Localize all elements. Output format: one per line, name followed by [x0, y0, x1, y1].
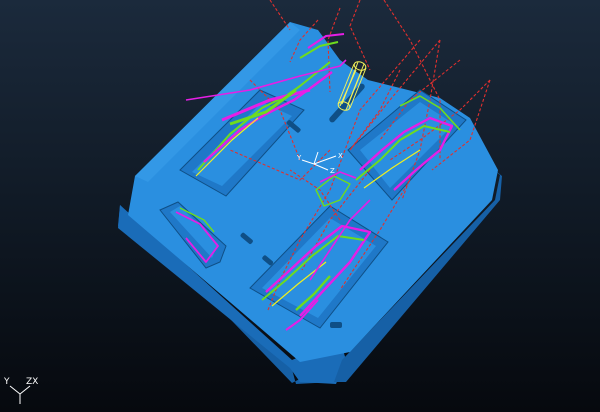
rapid-path-3 [349, 0, 371, 71]
view-orientation-icon[interactable]: Y ZX [3, 377, 38, 404]
rapid-path-9 [269, 0, 291, 31]
mold-block[interactable] [118, 22, 502, 384]
3d-viewport[interactable]: Y X Z Y ZX [0, 0, 600, 412]
view-zx-label: ZX [26, 377, 38, 387]
workplane-x-label: X [338, 152, 343, 160]
view-y-label: Y [3, 377, 10, 387]
workplane-z-label: Z [330, 167, 335, 175]
cad-scene[interactable]: Y X Z Y ZX [0, 0, 600, 412]
slot-4 [330, 322, 342, 328]
view-axis-z [19, 385, 31, 395]
workplane-y-label: Y [296, 154, 302, 162]
view-axis-y [9, 385, 21, 395]
